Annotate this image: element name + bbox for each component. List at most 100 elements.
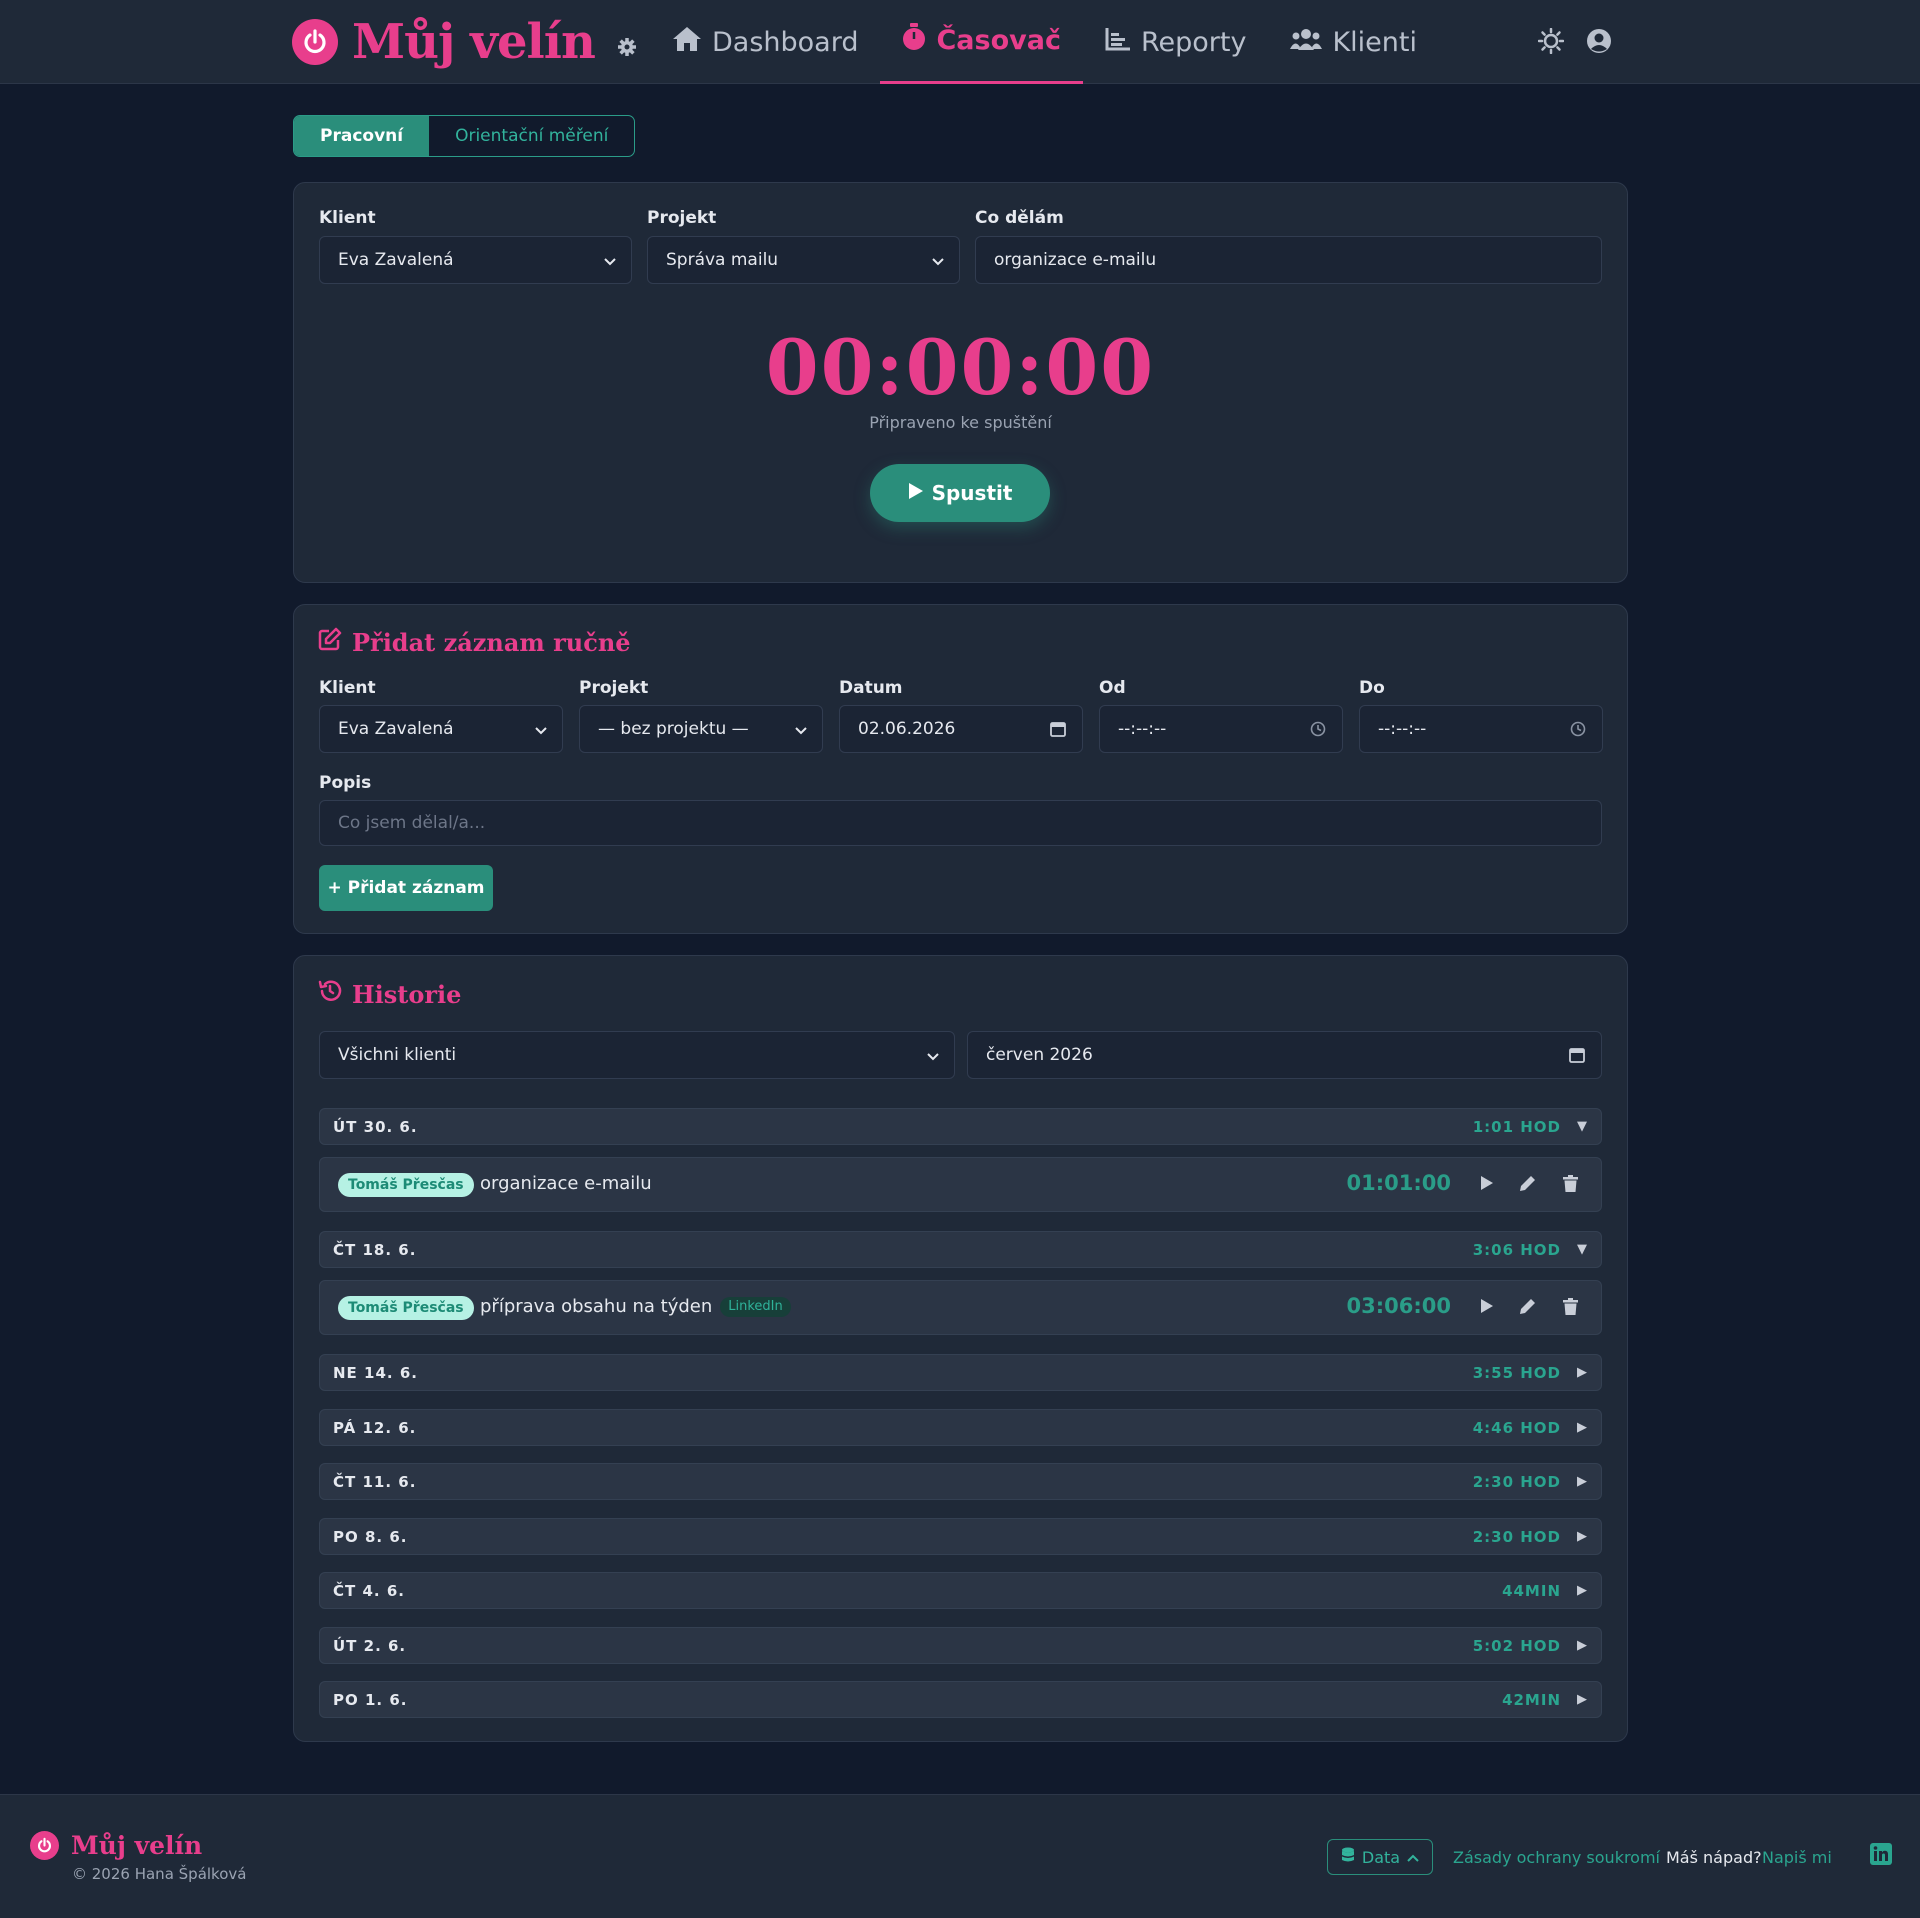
day-total: 42MIN	[1502, 1691, 1561, 1709]
caret-right-icon[interactable]: ▶	[1577, 1365, 1587, 1380]
day-label: ÚT 2. 6.	[333, 1637, 407, 1655]
mode-toggle: Pracovní Orientační měření	[293, 115, 636, 157]
calendar-icon[interactable]	[1050, 721, 1066, 742]
manual-to-label: Do	[1359, 678, 1385, 698]
day-row[interactable]: ČT 4. 6. 44MIN ▶	[319, 1572, 1602, 1609]
day-label: ČT 18. 6.	[333, 1241, 417, 1259]
history-icon	[318, 979, 342, 1009]
data-menu-button[interactable]: Data	[1327, 1839, 1433, 1875]
clock-icon[interactable]	[1570, 721, 1586, 742]
day-row[interactable]: ÚT 2. 6. 5:02 HOD ▶	[319, 1627, 1602, 1664]
chevron-up-icon	[1407, 1848, 1419, 1867]
linkedin-icon[interactable]	[1870, 1843, 1892, 1869]
manual-to-input[interactable]: --:--:--	[1359, 705, 1603, 753]
day-row[interactable]: ČT 11. 6. 2:30 HOD ▶	[319, 1463, 1602, 1500]
trash-icon[interactable]	[1563, 1298, 1578, 1319]
nav-timer[interactable]: Časovač	[880, 0, 1083, 84]
gear-icon[interactable]	[617, 37, 637, 61]
entry-description: příprava obsahu na týden	[480, 1296, 713, 1317]
entry-duration: 01:01:00	[1346, 1171, 1451, 1195]
chevron-down-icon	[926, 1049, 940, 1069]
day-label: ČT 11. 6.	[333, 1473, 417, 1491]
caret-right-icon[interactable]: ▶	[1577, 1529, 1587, 1544]
tab-estimate[interactable]: Orientační měření	[429, 116, 634, 156]
manual-to-value: --:--:--	[1378, 719, 1427, 739]
day-row[interactable]: NE 14. 6. 3:55 HOD ▶	[319, 1354, 1602, 1391]
footer: Můj velín © 2026 Hana Špálková Data Zása…	[0, 1794, 1920, 1918]
manual-project-select[interactable]: — bez projektu —	[579, 705, 823, 753]
day-label: NE 14. 6.	[333, 1364, 418, 1382]
day-row[interactable]: PÁ 12. 6. 4:46 HOD ▶	[319, 1409, 1602, 1446]
copyright: © 2026 Hana Špálková	[72, 1865, 247, 1883]
caret-right-icon[interactable]: ▶	[1577, 1638, 1587, 1653]
day-label: ČT 4. 6.	[333, 1582, 405, 1600]
day-label: PO 1. 6.	[333, 1691, 408, 1709]
brand[interactable]: Můj velín	[292, 14, 637, 70]
caret-right-icon[interactable]: ▶	[1577, 1474, 1587, 1489]
user-account-icon[interactable]	[1586, 28, 1612, 58]
entry-description: organizace e-mailu	[480, 1173, 652, 1194]
manual-project-label: Projekt	[579, 678, 649, 698]
project-select[interactable]: Správa mailu	[647, 236, 960, 284]
pencil-icon[interactable]	[1519, 1298, 1536, 1319]
manual-client-select[interactable]: Eva Zavalená	[319, 705, 563, 753]
day-label: PÁ 12. 6.	[333, 1419, 417, 1437]
manual-entry-title: Přidat záznam ručně	[352, 627, 631, 657]
write-me-link[interactable]: Napiš mi	[1762, 1848, 1832, 1867]
task-input[interactable]: organizace e-mailu	[975, 236, 1602, 284]
nav-reports[interactable]: Reporty	[1083, 0, 1268, 84]
theme-toggle-sun-icon[interactable]	[1537, 27, 1565, 58]
idea-text: Máš nápad?	[1666, 1848, 1762, 1867]
tab-work[interactable]: Pracovní	[294, 116, 430, 156]
manual-from-label: Od	[1099, 678, 1126, 698]
caret-down-icon[interactable]: ▼	[1577, 1119, 1587, 1134]
chevron-down-icon	[931, 254, 945, 274]
privacy-link[interactable]: Zásady ochrany soukromí	[1453, 1848, 1660, 1867]
description-label: Popis	[319, 773, 372, 793]
nav-clients-label: Klienti	[1332, 26, 1417, 58]
footer-brand[interactable]: Můj velín	[30, 1831, 202, 1860]
nav-reports-label: Reporty	[1140, 26, 1247, 58]
manual-client-value: Eva Zavalená	[338, 719, 454, 739]
play-icon[interactable]	[1480, 1298, 1494, 1318]
start-button[interactable]: Spustit	[870, 464, 1050, 522]
add-entry-button[interactable]: + Přidat záznam	[319, 865, 493, 911]
description-input[interactable]: Co jsem dělal/a...	[319, 800, 1602, 846]
start-button-label: Spustit	[931, 481, 1013, 505]
day-total: 2:30 HOD	[1472, 1473, 1561, 1491]
manual-entry-header: Přidat záznam ručně	[318, 627, 631, 657]
project-label: Projekt	[647, 208, 717, 228]
time-entry: Tomáš Přesčas příprava obsahu na týden L…	[319, 1280, 1602, 1335]
day-row[interactable]: PO 8. 6. 2:30 HOD ▶	[319, 1518, 1602, 1555]
project-tag: LinkedIn	[720, 1296, 791, 1317]
manual-date-input[interactable]: 02.06.2026	[839, 705, 1083, 753]
calendar-icon[interactable]	[1569, 1047, 1585, 1068]
day-row[interactable]: ÚT 30. 6. 1:01 HOD ▼	[319, 1108, 1602, 1145]
home-icon	[672, 26, 702, 59]
clock-icon[interactable]	[1310, 721, 1326, 742]
manual-from-input[interactable]: --:--:--	[1099, 705, 1343, 753]
manual-date-value: 02.06.2026	[858, 719, 956, 739]
day-total: 2:30 HOD	[1472, 1528, 1561, 1546]
day-row[interactable]: PO 1. 6. 42MIN ▶	[319, 1681, 1602, 1718]
caret-right-icon[interactable]: ▶	[1577, 1583, 1587, 1598]
history-title: Historie	[352, 979, 462, 1009]
caret-down-icon[interactable]: ▼	[1577, 1242, 1587, 1257]
client-filter-select[interactable]: Všichni klienti	[319, 1031, 955, 1079]
month-filter-input[interactable]: červen 2026	[967, 1031, 1602, 1079]
main-nav: Dashboard Časovač Reporty Klienti	[650, 0, 1439, 84]
pencil-icon[interactable]	[1519, 1175, 1536, 1196]
play-icon[interactable]	[1480, 1175, 1494, 1195]
trash-icon[interactable]	[1563, 1175, 1578, 1196]
timer-card: Klient Projekt Co dělám Eva Zavalená Spr…	[293, 182, 1628, 583]
day-total: 3:06 HOD	[1472, 1241, 1561, 1259]
power-icon	[30, 1831, 59, 1860]
client-filter-value: Všichni klienti	[338, 1045, 457, 1065]
caret-right-icon[interactable]: ▶	[1577, 1420, 1587, 1435]
day-label: PO 8. 6.	[333, 1528, 408, 1546]
nav-dashboard[interactable]: Dashboard	[650, 0, 880, 84]
caret-right-icon[interactable]: ▶	[1577, 1692, 1587, 1707]
nav-clients[interactable]: Klienti	[1268, 0, 1439, 84]
client-select[interactable]: Eva Zavalená	[319, 236, 632, 284]
day-row[interactable]: ČT 18. 6. 3:06 HOD ▼	[319, 1231, 1602, 1268]
